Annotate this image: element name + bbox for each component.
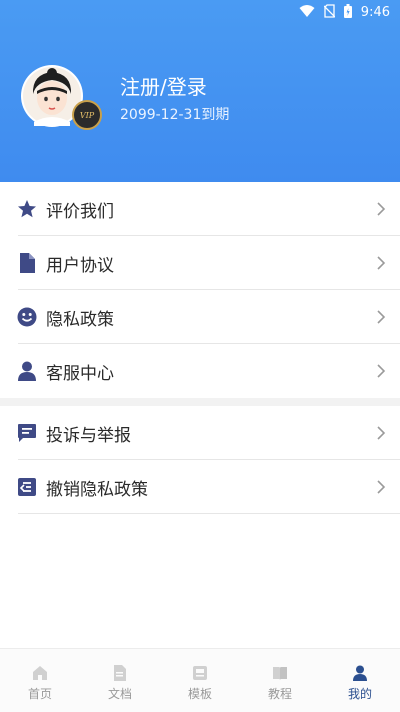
settings-menu: 评价我们 用户协议 隐私政策 客服中心 投诉与举报 撤销隐私政策	[0, 182, 400, 514]
menu-item-customer-service[interactable]: 客服中心	[0, 344, 400, 398]
person-icon	[16, 360, 38, 382]
group-separator	[0, 398, 400, 406]
avatar[interactable]: VIP	[21, 65, 102, 130]
divider	[18, 513, 400, 514]
user-icon	[353, 665, 367, 681]
menu-label: 投诉与举报	[46, 425, 131, 446]
tab-templates[interactable]: 模板	[160, 649, 240, 712]
menu-label: 用户协议	[46, 255, 114, 276]
chevron-right-icon	[377, 202, 386, 216]
menu-item-complaint-report[interactable]: 投诉与举报	[0, 406, 400, 460]
status-bar: 9:46	[299, 3, 390, 21]
chevron-right-icon	[377, 426, 386, 440]
battery-icon	[343, 3, 352, 22]
revoke-icon	[16, 476, 38, 498]
no-sim-icon	[323, 3, 336, 22]
home-icon	[33, 666, 47, 680]
document-icon	[16, 252, 38, 274]
tab-label: 文档	[107, 687, 132, 701]
tab-label: 教程	[267, 687, 292, 701]
chevron-right-icon	[377, 310, 386, 324]
file-icon	[114, 665, 126, 681]
message-icon	[16, 422, 38, 444]
chevron-right-icon	[377, 480, 386, 494]
menu-item-revoke-privacy[interactable]: 撤销隐私政策	[0, 460, 400, 514]
tab-label: 我的	[347, 687, 372, 701]
menu-label: 评价我们	[46, 201, 114, 222]
book-icon	[273, 667, 287, 680]
menu-label: 隐私政策	[46, 309, 114, 330]
menu-item-rate-us[interactable]: 评价我们	[0, 182, 400, 236]
bottom-tab-bar: 首页 文档 模板 教程 我的	[0, 648, 400, 712]
star-icon	[16, 198, 38, 220]
vip-badge-text: VIP	[79, 110, 95, 120]
tab-home[interactable]: 首页	[0, 649, 80, 712]
status-time: 9:46	[360, 4, 390, 20]
login-register-link[interactable]: 注册/登录	[120, 71, 207, 100]
tab-tutorials[interactable]: 教程	[240, 649, 320, 712]
smiley-icon	[16, 306, 38, 328]
tab-mine[interactable]: 我的	[320, 649, 400, 712]
tab-label: 模板	[187, 687, 212, 701]
wifi-icon	[299, 3, 315, 22]
tab-documents[interactable]: 文档	[80, 649, 160, 712]
menu-item-user-agreement[interactable]: 用户协议	[0, 236, 400, 290]
membership-expiry: 2099-12-31到期	[120, 107, 230, 123]
vip-badge-icon: VIP	[72, 100, 102, 130]
tab-label: 首页	[27, 687, 52, 701]
chevron-right-icon	[377, 364, 386, 378]
template-icon	[193, 666, 207, 680]
chevron-right-icon	[377, 256, 386, 270]
profile-header: 9:46 VIP 注册/登录 2099-12-31到期	[0, 0, 400, 182]
menu-label: 客服中心	[46, 363, 114, 384]
screen: 9:46 VIP 注册/登录 2099-12-31到期 评价我们 用户协议 隐私…	[0, 0, 400, 712]
menu-label: 撤销隐私政策	[46, 479, 148, 500]
menu-item-privacy-policy[interactable]: 隐私政策	[0, 290, 400, 344]
